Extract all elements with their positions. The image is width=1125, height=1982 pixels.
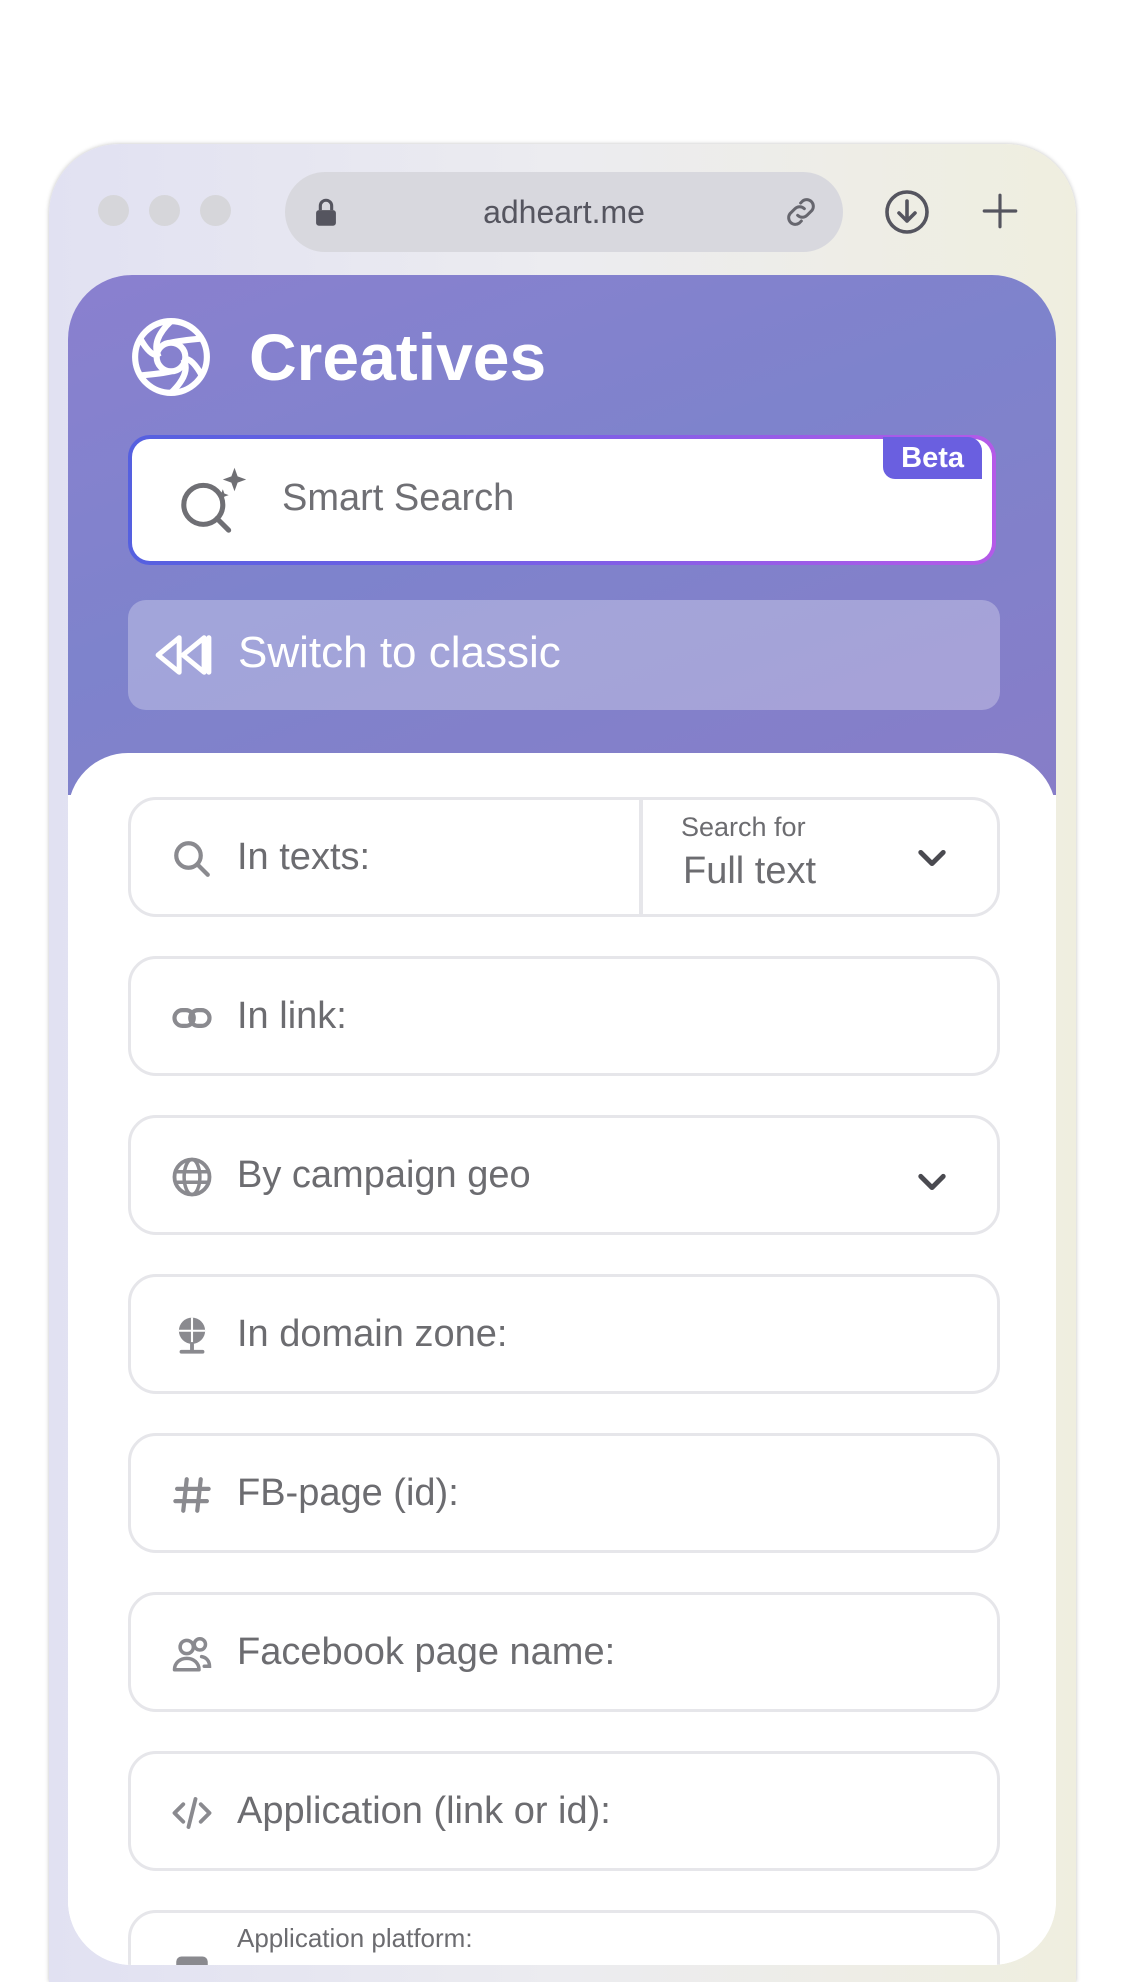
fb-page-id-field[interactable]: FB-page (id): <box>128 1433 1000 1553</box>
code-icon <box>172 1797 212 1829</box>
campaign-geo-select[interactable]: By campaign geo <box>128 1115 1000 1235</box>
domain-zone-field[interactable]: In domain zone: <box>128 1274 1000 1394</box>
application-field[interactable]: Application (link or id): <box>128 1751 1000 1871</box>
search-for-label: Search for <box>681 812 806 842</box>
beta-badge: Beta <box>883 437 982 479</box>
fb-page-id-label: FB-page (id): <box>237 1472 459 1514</box>
application-label: Application (link or id): <box>237 1790 611 1832</box>
window-controls <box>98 195 231 226</box>
in-link-label: In link: <box>237 995 347 1037</box>
header-section: Creatives Smart Search Beta Switch to cl… <box>68 275 1056 795</box>
aperture-logo <box>132 318 210 396</box>
address-bar[interactable]: adheart.me <box>285 172 843 252</box>
search-icon <box>174 841 210 877</box>
globe-stand-icon <box>178 1317 206 1354</box>
in-texts-label: In texts: <box>237 836 371 878</box>
download-icon[interactable] <box>883 188 931 236</box>
link-icon[interactable] <box>781 192 821 232</box>
fb-page-name-label: Facebook page name: <box>237 1631 616 1673</box>
app-platform-label: Application platform: <box>237 1923 473 1953</box>
minimize-window-dot[interactable] <box>149 195 180 226</box>
url-text: adheart.me <box>483 193 645 230</box>
magnifier-sparkle-icon <box>181 467 247 533</box>
link-icon <box>172 1008 212 1028</box>
maximize-window-dot[interactable] <box>200 195 231 226</box>
switch-to-classic-button[interactable]: Switch to classic <box>128 600 1000 710</box>
globe-icon <box>172 1157 212 1197</box>
search-for-select[interactable]: Full text <box>683 850 816 893</box>
page-title: Creatives <box>249 320 547 394</box>
smart-search-placeholder: Smart Search <box>282 477 515 519</box>
fb-page-name-field[interactable]: Facebook page name: <box>128 1592 1000 1712</box>
chevron-down-icon[interactable] <box>917 848 947 868</box>
new-tab-plus-icon[interactable] <box>979 190 1021 232</box>
switch-to-classic-label: Switch to classic <box>238 628 561 677</box>
in-link-field[interactable]: In link: <box>128 956 1000 1076</box>
browser-window: adheart.me Creatives Smart Search Beta S… <box>49 144 1076 1982</box>
filters-panel: In texts: Search for Full text In link: <box>68 753 1056 1965</box>
device-icon <box>176 1956 208 1965</box>
app-platform-select[interactable]: Application platform: <box>128 1910 1000 1965</box>
domain-zone-label: In domain zone: <box>237 1313 508 1355</box>
smart-search-box[interactable]: Smart Search Beta <box>128 435 996 565</box>
divider <box>639 800 643 914</box>
campaign-geo-label: By campaign geo <box>237 1154 531 1196</box>
chevron-down-icon[interactable] <box>917 1172 947 1192</box>
close-window-dot[interactable] <box>98 195 129 226</box>
lock-icon <box>316 198 336 226</box>
in-texts-field[interactable]: In texts: Search for Full text <box>128 797 1000 917</box>
rewind-icon <box>155 635 212 675</box>
app-viewport: Creatives Smart Search Beta Switch to cl… <box>68 275 1056 1965</box>
hash-icon <box>173 1477 211 1513</box>
users-icon <box>172 1637 212 1672</box>
